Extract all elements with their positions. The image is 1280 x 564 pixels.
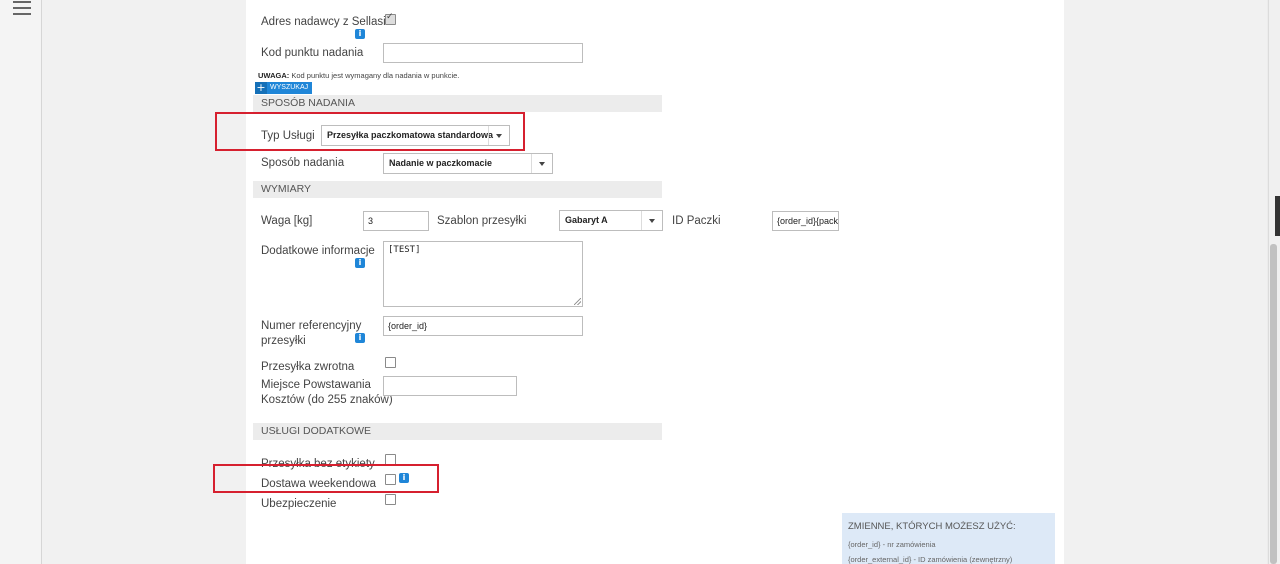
resize-grip-icon[interactable]	[574, 298, 581, 305]
shipping-method-label: Sposób nadania	[261, 157, 345, 169]
chevron-down-icon	[641, 211, 662, 230]
plus-icon: +	[255, 81, 267, 94]
reference-number-label-line2: przesyłki	[261, 335, 306, 347]
info-icon[interactable]: i	[355, 333, 365, 343]
highlight-box-weekend-delivery	[213, 464, 439, 493]
sender-address-label: Adres nadawcy z Sellasist	[261, 16, 395, 28]
package-id-label: ID Paczki	[672, 215, 721, 227]
sender-address-checkbox[interactable]	[385, 12, 396, 25]
reference-number-input[interactable]: {order_id}	[383, 316, 583, 336]
pickup-point-input[interactable]	[383, 43, 583, 63]
info-icon[interactable]: i	[355, 258, 365, 268]
insurance-label: Ubezpieczenie	[261, 498, 337, 510]
section-additional-services: USŁUGI DODATKOWE	[253, 423, 662, 440]
return-shipment-checkbox[interactable]	[385, 357, 396, 368]
reference-number-label-line1: Numer referencyjny	[261, 320, 362, 332]
return-shipment-label: Przesyłka zwrotna	[261, 361, 355, 373]
variables-line: {order_id} - nr zamówienia	[848, 540, 936, 549]
left-rail	[0, 0, 42, 564]
cost-center-label-line2: Kosztów (do 255 znaków)	[261, 394, 393, 406]
highlight-box-service-type	[215, 112, 525, 151]
search-button[interactable]: + WYSZUKAJ	[255, 81, 313, 94]
pickup-point-note: UWAGA: Kod punktu jest wymagany dla nada…	[258, 71, 460, 80]
section-dimensions: WYMIARY	[253, 181, 662, 198]
additional-info-label: Dodatkowe informacje	[261, 245, 375, 257]
pickup-point-label: Kod punktu nadania	[261, 47, 364, 59]
variables-line: {order_external_id} - ID zamówienia (zew…	[848, 555, 1013, 564]
edge-marker	[1275, 196, 1280, 236]
info-icon[interactable]: i	[355, 29, 365, 39]
menu-icon[interactable]	[13, 1, 31, 19]
shipping-method-select[interactable]: Nadanie w paczkomacie	[383, 153, 553, 174]
cost-center-input[interactable]	[383, 376, 517, 396]
additional-info-textarea[interactable]: [TEST]	[383, 241, 583, 307]
template-label: Szablon przesyłki	[437, 215, 527, 227]
weight-label: Waga [kg]	[261, 215, 313, 227]
scrollbar-thumb[interactable]	[1270, 244, 1277, 564]
template-select[interactable]: Gabaryt A	[559, 210, 663, 231]
weight-input[interactable]: 3	[363, 211, 429, 231]
section-shipping-method: SPOSÓB NADANIA	[253, 95, 662, 112]
cost-center-label-line1: Miejsce Powstawania	[261, 379, 371, 391]
insurance-checkbox[interactable]	[385, 494, 396, 505]
chevron-down-icon	[531, 154, 552, 173]
package-id-input[interactable]: {order_id}{pack	[772, 211, 839, 231]
variables-panel-title: ZMIENNE, KTÓRYCH MOŻESZ UŻYĆ:	[848, 521, 1016, 532]
